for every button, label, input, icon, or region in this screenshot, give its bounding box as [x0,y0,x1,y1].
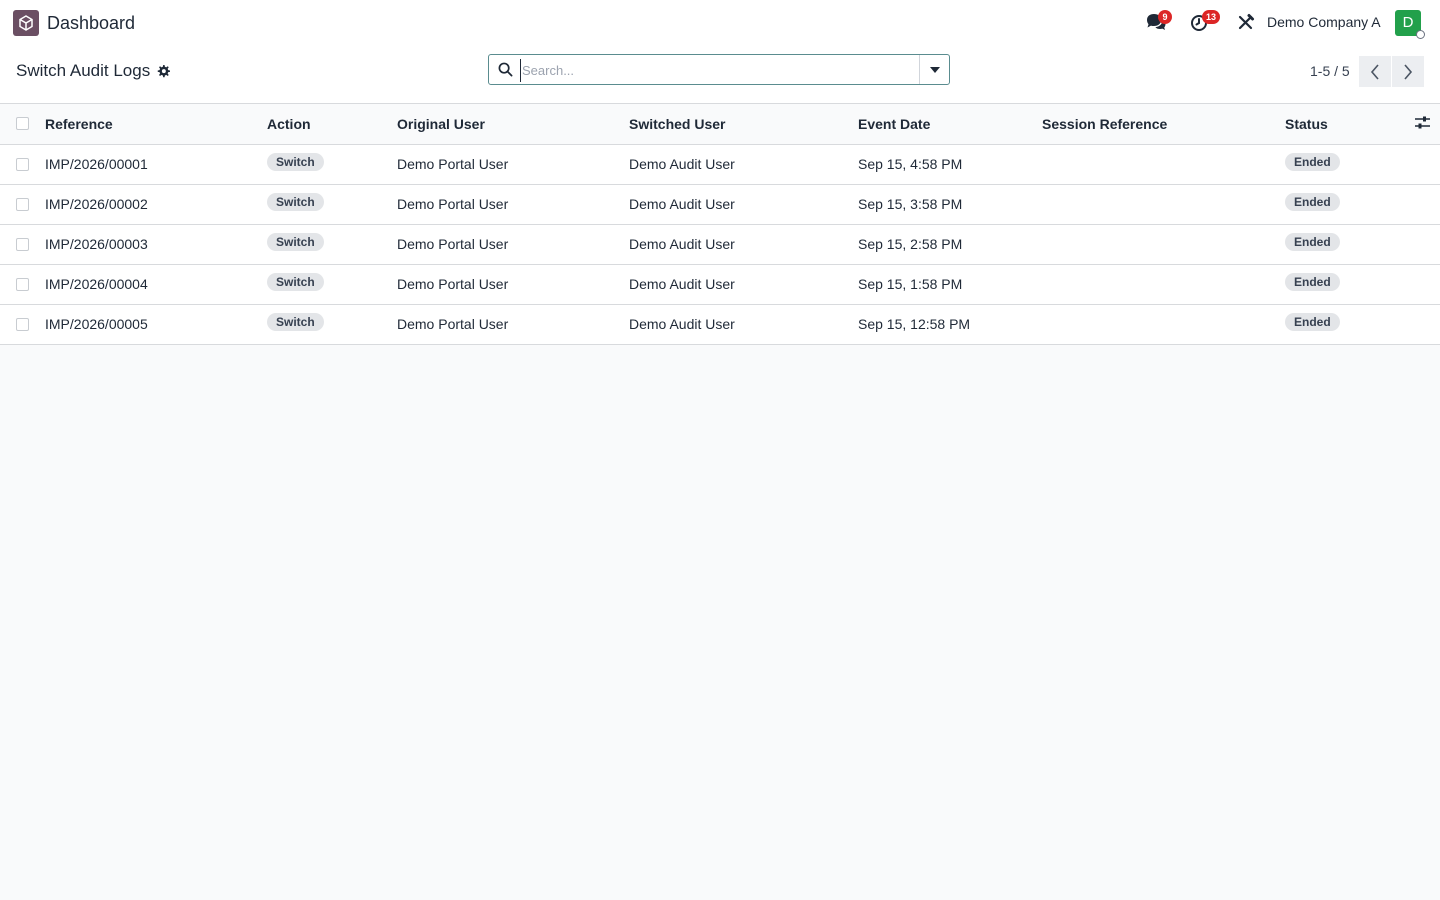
cell-event-date: Sep 15, 3:58 PM [858,184,1042,225]
cell-original-user: Demo Portal User [397,144,629,185]
app-title[interactable]: Dashboard [47,13,135,34]
row-checkbox[interactable] [16,277,29,291]
activities-button[interactable]: 13 [1190,10,1221,34]
cell-original-user: Demo Portal User [397,264,629,305]
table-row[interactable]: IMP/2026/00001 Switch Demo Portal User D… [0,144,1440,185]
cell-event-date: Sep 15, 1:58 PM [858,264,1042,305]
app-menu-icon[interactable] [13,10,39,36]
search-icon [498,62,513,82]
table-row[interactable]: IMP/2026/00003 Switch Demo Portal User D… [0,224,1440,265]
cell-session-reference [1042,304,1285,345]
cell-original-user: Demo Portal User [397,184,629,225]
row-checkbox[interactable] [16,237,29,251]
search-bar [488,54,950,85]
action-badge: Switch [267,233,324,251]
status-badge: Ended [1285,193,1340,211]
column-header-event-date[interactable]: Event Date [858,104,1042,145]
status-badge: Ended [1285,153,1340,171]
company-switcher[interactable]: Demo Company A [1267,14,1381,30]
cell-event-date: Sep 15, 4:58 PM [858,144,1042,185]
status-badge: Ended [1285,313,1340,331]
action-badge: Switch [267,153,324,171]
table-row[interactable]: IMP/2026/00002 Switch Demo Portal User D… [0,184,1440,225]
pager-next-button[interactable] [1392,56,1424,87]
column-header-status[interactable]: Status [1285,104,1410,145]
messages-button[interactable]: 9 [1145,10,1172,34]
sliders-icon [1415,116,1430,129]
tools-icon [1238,14,1254,30]
control-panel: Switch Audit Logs 1-5 / 5 [0,46,1440,104]
cell-event-date: Sep 15, 2:58 PM [858,224,1042,265]
search-options-toggle[interactable] [919,55,949,84]
cell-session-reference [1042,224,1285,265]
cell-reference: IMP/2026/00005 [45,304,267,345]
cell-session-reference [1042,144,1285,185]
cell-reference: IMP/2026/00004 [45,264,267,305]
cell-event-date: Sep 15, 12:58 PM [858,304,1042,345]
cell-switched-user: Demo Audit User [629,184,858,225]
row-checkbox[interactable] [16,197,29,211]
pager-previous-button[interactable] [1359,56,1391,87]
cell-switched-user: Demo Audit User [629,304,858,345]
cell-switched-user: Demo Audit User [629,264,858,305]
cell-session-reference [1042,184,1285,225]
breadcrumb: Switch Audit Logs [16,61,171,81]
table-row[interactable]: IMP/2026/00005 Switch Demo Portal User D… [0,304,1440,345]
chevron-right-icon [1404,63,1413,80]
cell-session-reference [1042,264,1285,305]
column-header-session-reference[interactable]: Session Reference [1042,104,1285,145]
cell-reference: IMP/2026/00002 [45,184,267,225]
list-view: Reference Action Original User Switched … [0,104,1440,345]
pager-value[interactable]: 1-5 / 5 [1310,63,1350,79]
cell-original-user: Demo Portal User [397,304,629,345]
chevron-left-icon [1370,63,1379,80]
user-avatar[interactable]: D [1395,10,1425,39]
table-header-row: Reference Action Original User Switched … [0,104,1440,145]
presence-status-icon [1416,30,1425,39]
cell-switched-user: Demo Audit User [629,144,858,185]
search-input[interactable] [520,59,919,82]
column-header-action[interactable]: Action [267,104,397,145]
caret-down-icon [929,66,940,73]
top-navbar: Dashboard 9 13 Demo Company A D [0,0,1440,46]
column-header-original-user[interactable]: Original User [397,104,629,145]
messages-badge: 9 [1158,10,1172,24]
avatar-initial: D [1402,14,1414,31]
cell-reference: IMP/2026/00001 [45,144,267,185]
debug-tools-button[interactable] [1237,12,1261,34]
row-checkbox[interactable] [16,157,29,171]
column-header-switched-user[interactable]: Switched User [629,104,858,145]
cell-switched-user: Demo Audit User [629,224,858,265]
row-checkbox[interactable] [16,317,29,331]
activities-badge: 13 [1202,10,1221,24]
optional-columns-toggle[interactable] [1410,104,1440,145]
cell-original-user: Demo Portal User [397,224,629,265]
select-all-checkbox[interactable] [16,117,29,131]
audit-log-table: Reference Action Original User Switched … [0,104,1440,345]
status-badge: Ended [1285,273,1340,291]
table-row[interactable]: IMP/2026/00004 Switch Demo Portal User D… [0,264,1440,305]
action-badge: Switch [267,193,324,211]
page-title: Switch Audit Logs [16,61,151,80]
cell-reference: IMP/2026/00003 [45,224,267,265]
status-badge: Ended [1285,233,1340,251]
column-header-reference[interactable]: Reference [45,104,267,145]
action-badge: Switch [267,313,324,331]
action-badge: Switch [267,273,324,291]
gear-icon[interactable] [157,64,171,78]
